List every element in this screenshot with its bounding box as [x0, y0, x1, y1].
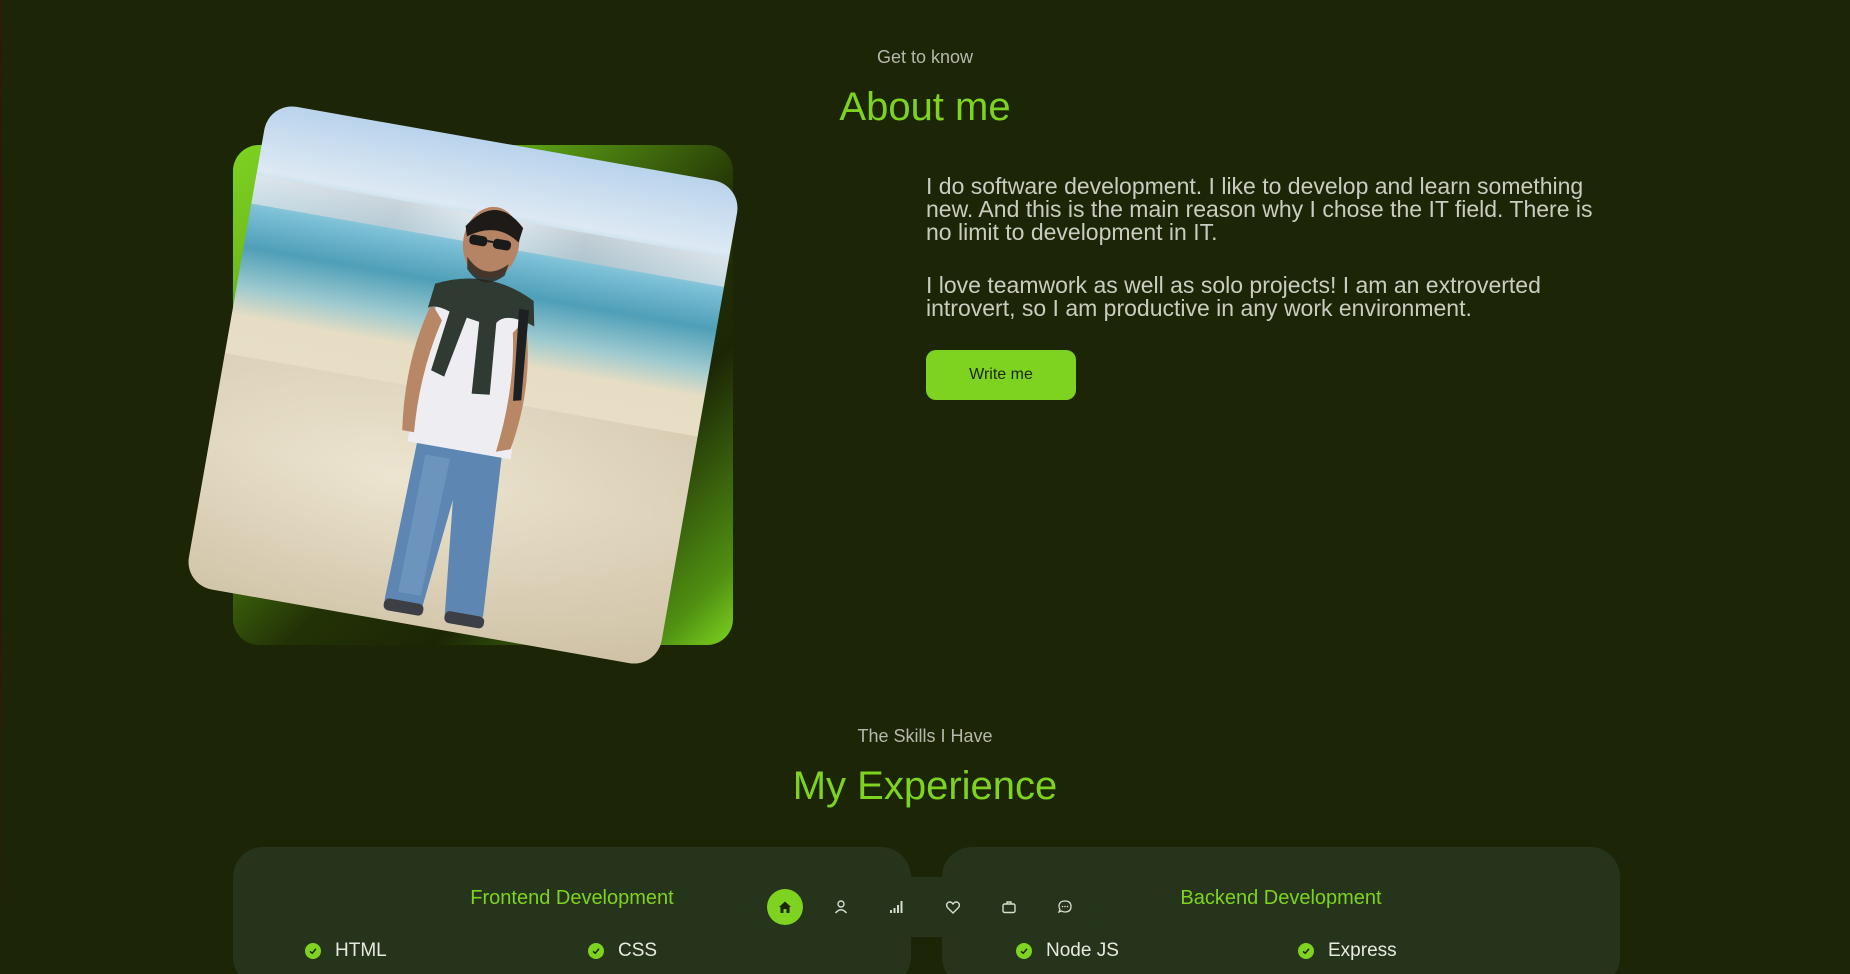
check-icon — [1298, 943, 1314, 959]
nav-contact[interactable] — [1047, 889, 1083, 925]
skill-label: Express — [1328, 940, 1397, 961]
nav-skills[interactable] — [879, 889, 915, 925]
skill-label: CSS — [618, 940, 658, 961]
experience-subtitle: The Skills I Have — [857, 726, 993, 746]
signal-icon — [890, 901, 903, 913]
nav-about[interactable] — [823, 889, 859, 925]
chat-icon — [1057, 900, 1072, 914]
check-icon — [588, 943, 604, 959]
nav-services[interactable] — [935, 889, 971, 925]
about-description: I do software development. I like to dev… — [926, 175, 1606, 350]
check-icon — [305, 943, 321, 959]
skill-item: HTML — [305, 940, 387, 962]
profile-photo — [184, 102, 742, 668]
heart-icon — [945, 901, 961, 914]
skill-label: Node JS — [1046, 940, 1119, 961]
write-me-button[interactable]: Write me — [926, 350, 1076, 400]
user-icon — [834, 900, 848, 914]
skill-label: HTML — [335, 940, 387, 961]
skill-item: Express — [1298, 940, 1397, 962]
skill-item: CSS — [588, 940, 657, 962]
skill-item: Node JS — [1016, 940, 1119, 962]
briefcase-icon — [1002, 901, 1016, 914]
check-icon — [1016, 943, 1032, 959]
about-subtitle: Get to know — [876, 47, 974, 67]
home-icon — [779, 901, 791, 913]
person-figure — [383, 206, 535, 629]
page: Get to know About me I do software devel… — [0, 0, 1850, 974]
nav-portfolio[interactable] — [991, 889, 1027, 925]
experience-title: My Experience — [792, 764, 1058, 808]
about-paragraph-1: I do software development. I like to dev… — [926, 173, 1593, 245]
left-edge-strip — [0, 0, 2, 974]
bottom-nav — [749, 877, 1101, 937]
nav-home[interactable] — [767, 889, 803, 925]
about-paragraph-2: I love teamwork as well as solo projects… — [926, 272, 1541, 321]
